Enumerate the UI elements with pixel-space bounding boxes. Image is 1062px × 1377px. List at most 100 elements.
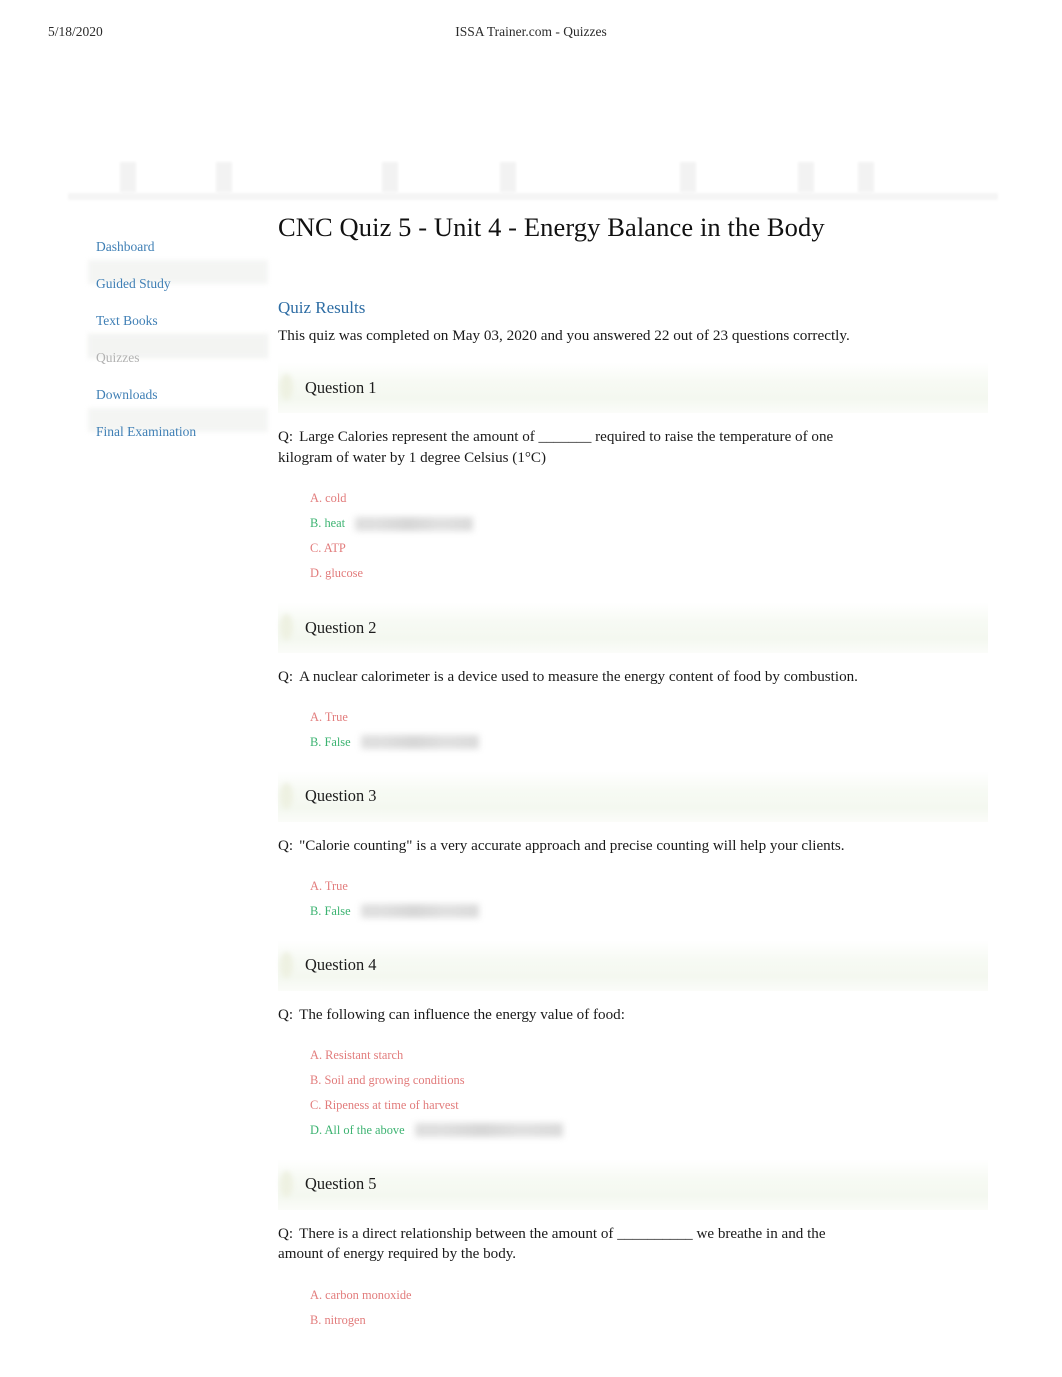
sidebar-item-guided-study[interactable]: Guided Study [88, 265, 268, 302]
quiz-results-page: 5/18/2020 ISSA Trainer.com - Quizzes Das… [0, 0, 1062, 1377]
ghost-nav-item [138, 156, 270, 200]
question-header: Question 5 [278, 1158, 988, 1210]
question-text: Q: There is a direct relationship between… [278, 1224, 866, 1266]
question-choices: A. True B. False [278, 874, 990, 924]
sidebar-item-label: Downloads [96, 387, 158, 402]
answer-choice[interactable]: C. Ripeness at time of harvest [310, 1093, 990, 1118]
ghost-navigation-bar [68, 148, 998, 200]
question-choices: A. Resistant starch B. Soil and growing … [278, 1043, 990, 1143]
question-choices: A. carbon monoxide B. nitrogen [278, 1282, 990, 1332]
answer-choice-label: A. Resistant starch [310, 1047, 404, 1062]
question-block: Question 2 Q: A nuclear calorimeter is a … [278, 602, 990, 755]
question-marker: Q: [278, 1225, 294, 1242]
question-text: Q: Large Calories represent the amount of… [278, 427, 878, 469]
question-prompt: There is a direct relationship between t… [278, 1225, 826, 1263]
answer-status-badge [360, 735, 479, 750]
answer-choice-label: B. Soil and growing conditions [310, 1072, 465, 1087]
question-prompt: "Calorie counting" is a very accurate ap… [299, 837, 845, 854]
answer-choice-label: A. True [310, 710, 348, 725]
question-prompt: A nuclear calorimeter is a device used t… [299, 669, 858, 686]
answer-choice-label: D. glucose [310, 566, 363, 581]
sidebar-nav[interactable]: Dashboard Guided Study Text Books Quizze… [88, 228, 268, 450]
sidebar-item-dashboard[interactable]: Dashboard [88, 228, 268, 265]
question-body: Q: The following can influence the energy… [278, 991, 990, 1143]
answer-choice-label: B. False [310, 735, 351, 750]
question-prompt: Large Calories represent the amount of _… [278, 429, 834, 467]
question-marker: Q: [278, 1006, 294, 1023]
question-header-label: Question 4 [305, 955, 377, 975]
question-header-label: Question 2 [305, 617, 377, 637]
question-marker: Q: [278, 669, 294, 686]
answer-choice-label: C. ATP [310, 541, 346, 556]
answer-choice-label: A. True [310, 879, 348, 894]
sidebar-item-downloads[interactable]: Downloads [88, 376, 268, 413]
answer-choice[interactable]: A. carbon monoxide [310, 1282, 990, 1307]
answer-choice-label: B. nitrogen [310, 1312, 366, 1327]
answer-status-badge [360, 904, 479, 919]
question-header-label: Question 1 [305, 377, 377, 397]
question-body: Q: Large Calories represent the amount of… [278, 413, 990, 586]
answer-choice[interactable]: B. Soil and growing conditions [310, 1068, 990, 1093]
question-block: Question 3 Q: "Calorie counting" is a ver… [278, 770, 990, 924]
answer-choice[interactable]: B. False [310, 730, 990, 755]
answer-choice-label: C. Ripeness at time of harvest [310, 1097, 459, 1112]
ghost-nav-item [852, 156, 998, 200]
question-body: Q: "Calorie counting" is a very accurate … [278, 822, 990, 924]
answer-choice-label: D. All of the above [310, 1122, 405, 1137]
answer-choice[interactable]: B. heat [310, 511, 990, 536]
answer-choice[interactable]: C. ATP [310, 536, 990, 561]
answer-choice[interactable]: D. glucose [310, 561, 990, 586]
question-text: Q: A nuclear calorimeter is a device used… [278, 667, 958, 688]
question-choices: A. cold B. heat C. ATP D. glucose [278, 486, 990, 586]
answer-choice-label: B. False [310, 904, 351, 919]
question-marker: Q: [278, 837, 294, 854]
ghost-nav-item [732, 156, 852, 200]
ghost-nav-item [68, 156, 138, 200]
sidebar-item-label: Quizzes [96, 350, 140, 365]
quiz-results-summary: This quiz was completed on May 03, 2020 … [278, 326, 850, 344]
question-header-label: Question 3 [305, 786, 377, 806]
page-title: CNC Quiz 5 - Unit 4 - Energy Balance in … [278, 212, 825, 242]
question-text: Q: The following can influence the energy… [278, 1005, 958, 1026]
ghost-nav-item [550, 156, 732, 200]
question-header: Question 2 [278, 602, 988, 654]
answer-choice[interactable]: D. All of the above [310, 1118, 990, 1143]
answer-choice[interactable]: A. True [310, 874, 990, 899]
sidebar-item-label: Dashboard [96, 239, 155, 254]
sidebar-item-quizzes[interactable]: Quizzes [88, 339, 268, 376]
question-choices: A. True B. False [278, 705, 990, 755]
quiz-results-heading: Quiz Results [278, 297, 366, 317]
sidebar-item-final-examination[interactable]: Final Examination [88, 413, 268, 450]
sidebar-item-label: Text Books [96, 313, 158, 328]
question-header-label: Question 5 [305, 1174, 377, 1194]
answer-choice-label: A. cold [310, 491, 347, 506]
sidebar-item-text-books[interactable]: Text Books [88, 302, 268, 339]
sidebar-item-label: Guided Study [96, 276, 171, 291]
question-block: Question 5 Q: There is a direct relations… [278, 1158, 990, 1333]
answer-status-badge [355, 516, 474, 531]
answer-choice[interactable]: A. True [310, 705, 990, 730]
question-block: Question 4 Q: The following can influence… [278, 939, 990, 1143]
question-text: Q: "Calorie counting" is a very accurate … [278, 836, 958, 857]
print-page-title: ISSA Trainer.com - Quizzes [455, 24, 607, 39]
answer-choice-label: B. heat [310, 516, 346, 531]
question-prompt: The following can influence the energy v… [299, 1006, 625, 1023]
ghost-nav-item [270, 156, 438, 200]
answer-choice[interactable]: B. nitrogen [310, 1307, 990, 1332]
question-block: Question 1 Q: Large Calories represent th… [278, 362, 990, 586]
answer-status-badge [414, 1123, 563, 1138]
print-header: 5/18/2020 ISSA Trainer.com - Quizzes [0, 0, 1062, 52]
ghost-nav-item [438, 156, 550, 200]
answer-choice[interactable]: B. False [310, 899, 990, 924]
question-header: Question 3 [278, 770, 988, 822]
question-body: Q: There is a direct relationship between… [278, 1210, 990, 1333]
question-header: Question 1 [278, 362, 988, 414]
answer-choice[interactable]: A. Resistant starch [310, 1043, 990, 1068]
sidebar-item-label: Final Examination [96, 424, 197, 439]
answer-choice[interactable]: A. cold [310, 486, 990, 511]
question-header: Question 4 [278, 939, 988, 991]
question-body: Q: A nuclear calorimeter is a device used… [278, 653, 990, 755]
main-content: CNC Quiz 5 - Unit 4 - Energy Balance in … [278, 212, 990, 1332]
question-marker: Q: [278, 429, 294, 446]
answer-choice-label: A. carbon monoxide [310, 1287, 412, 1302]
